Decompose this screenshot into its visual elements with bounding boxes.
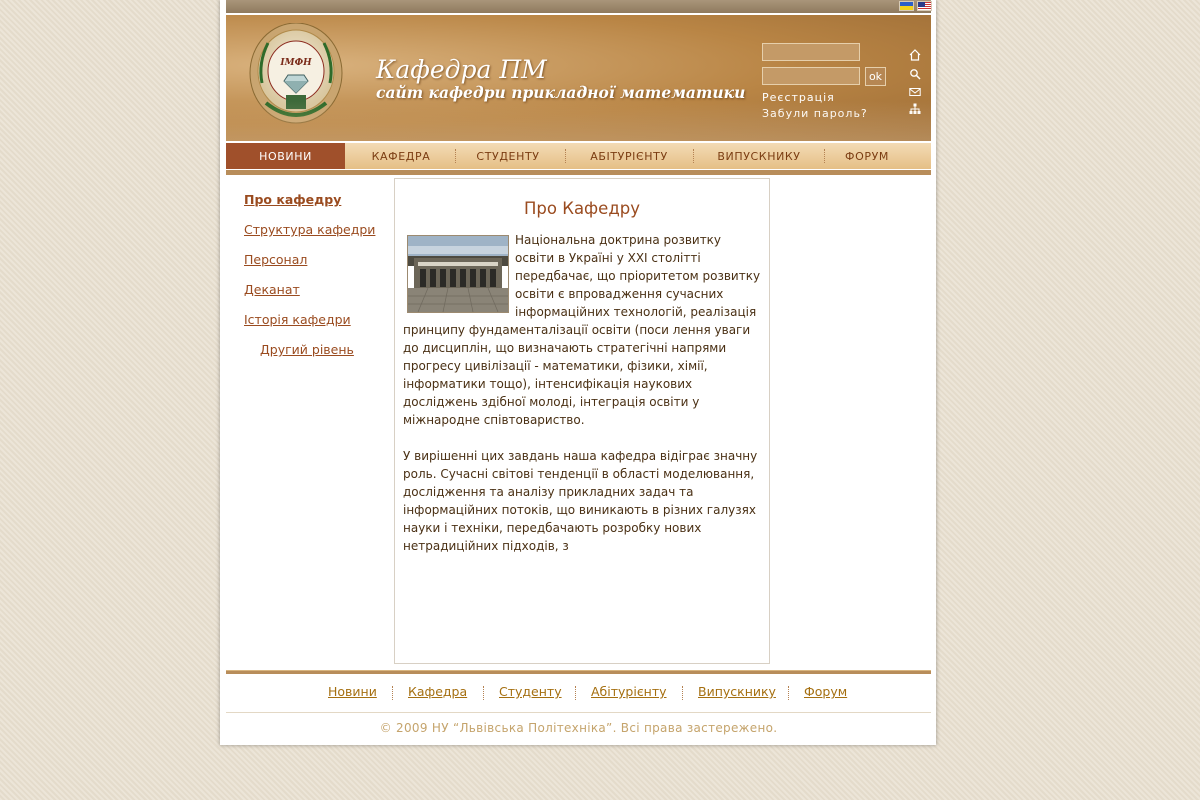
sidebar-item-second-level[interactable]: Другий рівень <box>260 342 354 357</box>
search-icon[interactable] <box>909 68 921 80</box>
sidebar-item-staff[interactable]: Персонал <box>244 252 307 267</box>
site-title: Кафедра ПМ <box>376 55 547 84</box>
ok-button[interactable]: ok <box>865 67 886 86</box>
page-container: ІМФН Кафедра ПМ сайт кафедри прикладної … <box>220 0 936 745</box>
footer-rule <box>226 670 931 674</box>
footer-separator <box>682 686 684 700</box>
ukrainian-flag-icon[interactable] <box>899 1 914 11</box>
sidebar-item-structure[interactable]: Структура кафедри <box>244 222 375 237</box>
english-flag-icon[interactable] <box>917 1 932 11</box>
nav-item-department[interactable]: КАФЕДРА <box>351 143 451 169</box>
footer-separator <box>392 686 394 700</box>
site-subtitle: сайт кафедри прикладної математики <box>376 83 746 102</box>
password-input[interactable] <box>762 67 860 85</box>
top-strip <box>226 0 932 13</box>
copyright: © 2009 НУ “Львівська Політехніка”. Всі п… <box>379 721 778 735</box>
sitemap-icon[interactable] <box>909 103 921 115</box>
nav-item-applicant[interactable]: АБІТУРІЄНТУ <box>568 143 690 169</box>
university-logo: ІМФН <box>249 23 343 124</box>
footer-link-department[interactable]: Кафедра <box>408 684 467 699</box>
logo-center-text: ІМФН <box>279 58 312 68</box>
footer-link-student[interactable]: Студенту <box>499 684 562 699</box>
mail-icon[interactable] <box>909 86 921 98</box>
login-input[interactable] <box>762 43 860 61</box>
forgot-password-link[interactable]: Забули пароль? <box>762 107 868 120</box>
footer-nav: Новини Кафедра Студенту Абітурієнту Випу… <box>226 684 931 702</box>
footer-link-graduate[interactable]: Випускнику <box>698 684 776 699</box>
footer-link-news[interactable]: Новини <box>328 684 377 699</box>
footer-divider <box>226 712 931 713</box>
header: ІМФН Кафедра ПМ сайт кафедри прикладної … <box>226 15 931 141</box>
sidebar-item-about[interactable]: Про кафедру <box>244 192 341 207</box>
footer-link-applicant[interactable]: Абітурієнту <box>591 684 667 699</box>
footer-link-forum[interactable]: Форум <box>804 684 847 699</box>
nav-separator <box>824 149 826 163</box>
content-paragraph-2: У вирішенні цих завдань наша кафедра від… <box>403 449 758 553</box>
nav-bottom-rule <box>226 169 931 175</box>
footer-separator <box>575 686 577 700</box>
building-photo <box>407 235 509 313</box>
home-icon[interactable] <box>909 49 921 61</box>
sidebar-item-history[interactable]: Історія кафедри <box>244 312 351 327</box>
content-title: Про Кафедру <box>524 199 640 218</box>
nav-item-student[interactable]: СТУДЕНТУ <box>458 143 558 169</box>
nav-item-forum[interactable]: ФОРУМ <box>827 143 907 169</box>
content-panel: Про Кафедру Національна доктрина розвитк… <box>394 178 770 664</box>
nav-separator <box>565 149 567 163</box>
nav-separator <box>693 149 695 163</box>
main-nav: НОВИНИ КАФЕДРА СТУДЕНТУ АБІТУРІЄНТУ ВИПУ… <box>226 143 931 169</box>
nav-separator <box>455 149 457 163</box>
nav-item-graduate[interactable]: ВИПУСКНИКУ <box>696 143 822 169</box>
register-link[interactable]: Реєстрація <box>762 91 835 104</box>
sidebar-item-deanery[interactable]: Деканат <box>244 282 300 297</box>
footer-separator <box>483 686 485 700</box>
nav-item-news[interactable]: НОВИНИ <box>226 143 345 169</box>
footer-separator <box>788 686 790 700</box>
